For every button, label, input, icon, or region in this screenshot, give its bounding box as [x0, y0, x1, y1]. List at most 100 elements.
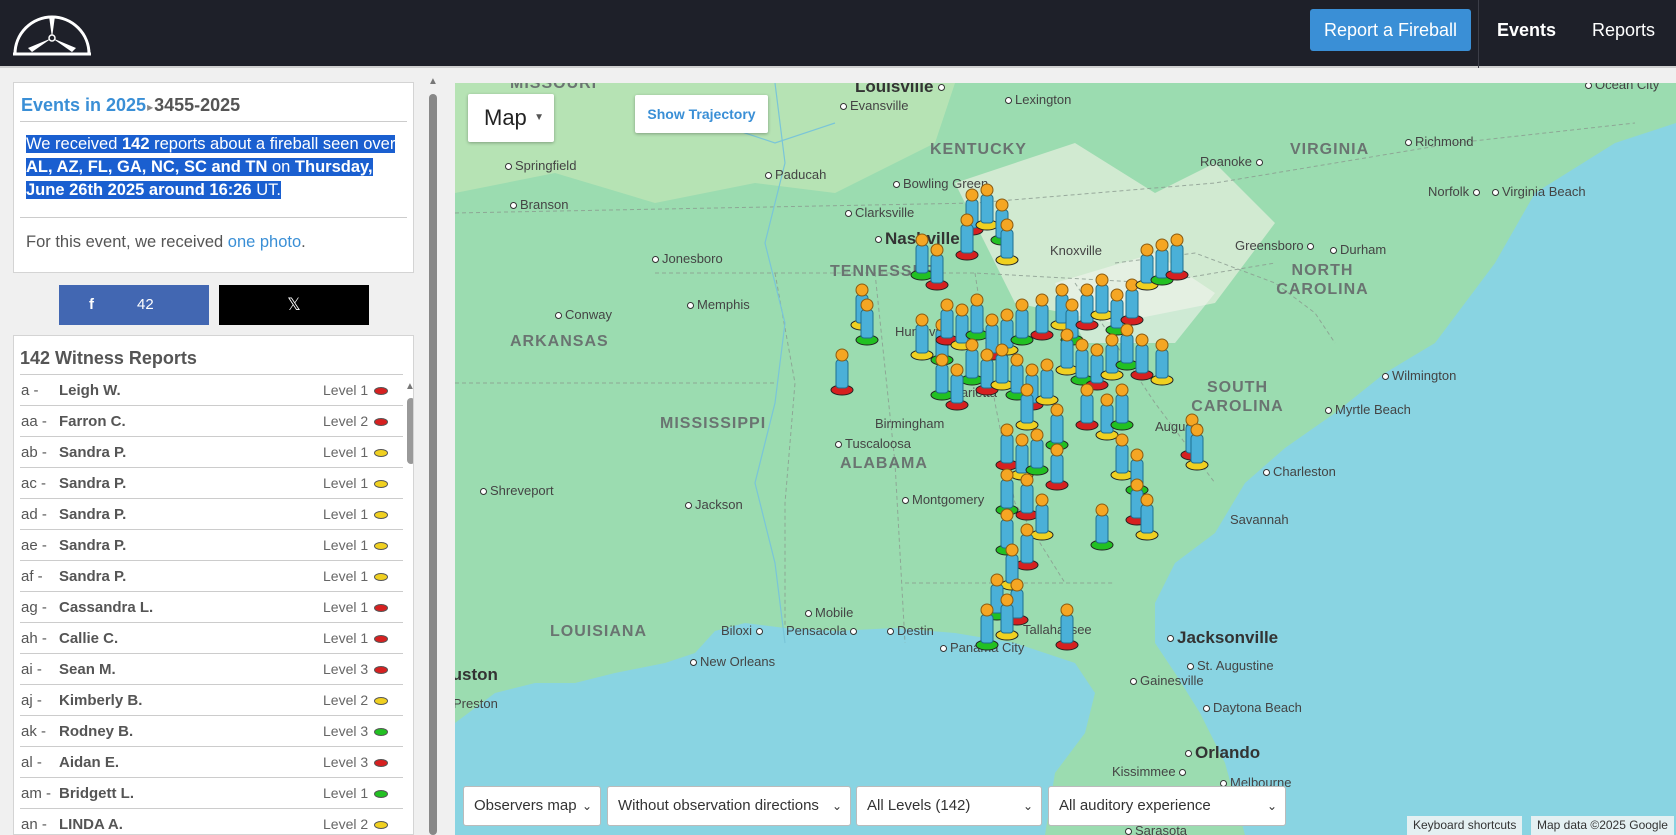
observer-marker-icon[interactable]: [1165, 233, 1189, 281]
witness-name[interactable]: Rodney B.: [59, 723, 133, 740]
witness-name[interactable]: Sandra P.: [59, 568, 126, 585]
report-level: Level 3: [323, 723, 369, 739]
report-row[interactable]: an - LINDA A. Level 2: [20, 808, 403, 834]
panel-scrollbar[interactable]: ▲: [426, 76, 440, 835]
map-mode-select[interactable]: Observers map ⌄: [463, 786, 601, 826]
list-scrollbar-thumb[interactable]: [407, 398, 413, 464]
report-row[interactable]: ah - Callie C. Level 1: [20, 622, 403, 653]
city-clarksville: Clarksville: [845, 205, 914, 220]
level-color-icon: [374, 604, 388, 612]
photo-link[interactable]: one photo: [228, 233, 301, 251]
observer-marker-icon[interactable]: [830, 348, 854, 396]
report-row[interactable]: af - Sandra P. Level 1: [20, 560, 403, 591]
list-scroll-up-icon[interactable]: ▲: [405, 381, 413, 392]
breadcrumb-events-link[interactable]: Events in 2025: [21, 95, 146, 115]
chevron-down-icon: ⌄: [581, 799, 592, 813]
nav-reports-link[interactable]: Reports: [1592, 20, 1655, 41]
report-code: ai -: [21, 661, 42, 678]
nav-events-link[interactable]: Events: [1497, 20, 1556, 41]
report-row[interactable]: aa - Farron C. Level 2: [20, 405, 403, 436]
level-color-icon: [374, 387, 388, 395]
report-level: Level 1: [323, 382, 369, 398]
scroll-up-icon[interactable]: ▲: [428, 76, 438, 87]
observer-marker-icon[interactable]: [1055, 603, 1079, 651]
scrollbar-thumb[interactable]: [429, 94, 437, 835]
witness-name[interactable]: Sean M.: [59, 661, 116, 678]
states-list: AL, AZ, FL, GA, NC, SC and TN: [26, 158, 268, 176]
witness-name[interactable]: Sandra P.: [59, 444, 126, 461]
level-color-icon: [374, 635, 388, 643]
facebook-share-count: 42: [137, 296, 154, 313]
witness-name[interactable]: Bridgett L.: [59, 785, 134, 802]
witness-name[interactable]: Callie C.: [59, 630, 118, 647]
chevron-down-icon: ⌄: [1266, 799, 1277, 813]
city-shreveport: Shreveport: [480, 483, 554, 498]
top-navbar: Report a Fireball Events Reports: [0, 0, 1676, 68]
city-charleston: Charleston: [1263, 464, 1336, 479]
directions-select[interactable]: Without observation directions ⌄: [607, 786, 851, 826]
city-daytona-beach: Daytona Beach: [1203, 700, 1302, 715]
observer-marker-icon[interactable]: [1185, 423, 1209, 471]
x-share-button[interactable]: 𝕏: [219, 285, 369, 325]
report-count: 142: [122, 135, 150, 153]
observer-marker-icon[interactable]: [1135, 493, 1159, 541]
breadcrumb: Events in 2025▸3455-2025: [21, 95, 240, 116]
show-trajectory-button[interactable]: Show Trajectory: [635, 95, 768, 133]
report-row[interactable]: aj - Kimberly B. Level 2: [20, 684, 403, 715]
observers-map[interactable]: MISSOURI KENTUCKY VIRGINIA TENNESSEE NOR…: [455, 83, 1676, 835]
state-label-alabama: ALABAMA: [840, 455, 928, 472]
witness-name[interactable]: Sandra P.: [59, 475, 126, 492]
city-jonesboro: Jonesboro: [652, 251, 723, 266]
observer-marker-icon[interactable]: [1110, 383, 1134, 431]
facebook-share-button[interactable]: f 42: [59, 285, 209, 325]
auditory-select[interactable]: All auditory experience ⌄: [1048, 786, 1286, 826]
report-code: ak -: [21, 723, 47, 740]
city-biloxi: Biloxi: [721, 623, 766, 638]
city-new-orleans: New Orleans: [690, 654, 775, 669]
witness-name[interactable]: LINDA A.: [59, 816, 123, 833]
level-color-icon: [374, 573, 388, 581]
report-code: ac -: [21, 475, 47, 492]
observer-marker-icon[interactable]: [855, 298, 879, 346]
witness-name[interactable]: Farron C.: [59, 413, 126, 430]
witness-name[interactable]: Sandra P.: [59, 537, 126, 554]
levels-select[interactable]: All Levels (142) ⌄: [856, 786, 1042, 826]
report-code: ag -: [21, 599, 47, 616]
report-code: aa -: [21, 413, 47, 430]
report-row[interactable]: ad - Sandra P. Level 1: [20, 498, 403, 529]
report-row[interactable]: am - Bridgett L. Level 1: [20, 777, 403, 808]
report-fireball-button[interactable]: Report a Fireball: [1310, 9, 1471, 51]
report-level: Level 1: [323, 630, 369, 646]
state-label-north-carolina: NORTH CAROLINA: [1276, 262, 1369, 298]
witness-name[interactable]: Aidan E.: [59, 754, 119, 771]
report-row[interactable]: ae - Sandra P. Level 1: [20, 529, 403, 560]
map-type-button[interactable]: Map ▼: [468, 94, 554, 142]
keyboard-shortcuts-link[interactable]: Keyboard shortcuts: [1407, 816, 1523, 835]
witness-name[interactable]: Cassandra L.: [59, 599, 153, 616]
witness-name[interactable]: Sandra P.: [59, 506, 126, 523]
observer-marker-icon[interactable]: [995, 218, 1019, 266]
observer-marker-icon[interactable]: [1045, 443, 1069, 491]
city-gainesville: Gainesville: [1130, 673, 1204, 688]
observer-marker-icon[interactable]: [975, 603, 999, 651]
report-row[interactable]: a - Leigh W. Level 1: [20, 374, 403, 405]
report-row[interactable]: ag - Cassandra L. Level 1: [20, 591, 403, 622]
observer-marker-icon[interactable]: [925, 243, 949, 291]
report-row[interactable]: ak - Rodney B. Level 3: [20, 715, 403, 746]
observer-marker-icon[interactable]: [1090, 503, 1114, 551]
report-level: Level 1: [323, 506, 369, 522]
report-row[interactable]: ac - Sandra P. Level 1: [20, 467, 403, 498]
observer-marker-icon[interactable]: [1150, 338, 1174, 386]
report-code: ad -: [21, 506, 47, 523]
report-level: Level 2: [323, 692, 369, 708]
report-level: Level 2: [323, 816, 369, 832]
observer-marker-icon[interactable]: [955, 213, 979, 261]
witness-name[interactable]: Leigh W.: [59, 382, 121, 399]
report-row[interactable]: ab - Sandra P. Level 1: [20, 436, 403, 467]
report-row[interactable]: al - Aidan E. Level 3: [20, 746, 403, 777]
report-code: ab -: [21, 444, 47, 461]
site-logo-icon[interactable]: [12, 8, 92, 56]
observer-marker-icon[interactable]: [945, 363, 969, 411]
witness-name[interactable]: Kimberly B.: [59, 692, 142, 709]
report-row[interactable]: ai - Sean M. Level 3: [20, 653, 403, 684]
